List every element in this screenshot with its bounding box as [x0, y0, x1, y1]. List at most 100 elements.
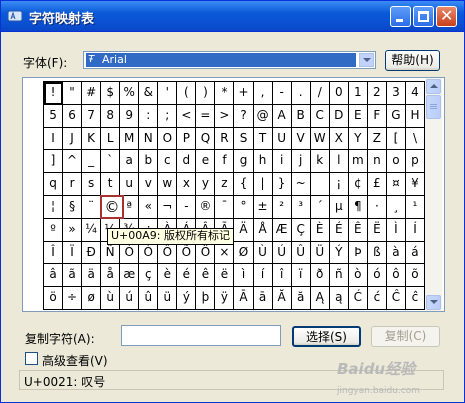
character-cell[interactable]: c — [158, 150, 178, 174]
character-cell[interactable]: + — [234, 82, 254, 105]
character-cell[interactable]: Ö — [196, 241, 216, 265]
copy-button[interactable]: 复制(C) — [371, 326, 440, 347]
character-cell[interactable]: Ï — [63, 241, 83, 265]
character-cell[interactable]: ì — [234, 264, 254, 288]
character-cell[interactable]: ¶ — [348, 195, 368, 219]
character-cell[interactable]: " — [63, 82, 83, 105]
character-cell[interactable]: ` — [101, 150, 121, 174]
character-cell[interactable]: ® — [196, 195, 216, 219]
character-cell[interactable]: ã — [63, 264, 83, 288]
character-cell[interactable]: l — [329, 150, 349, 174]
character-cell[interactable]: Ą — [310, 287, 330, 310]
character-cell[interactable]: ò — [348, 264, 368, 288]
character-cell[interactable]: ú — [120, 287, 140, 310]
character-cell[interactable]: h — [253, 150, 273, 174]
character-cell[interactable]: a — [120, 150, 140, 174]
character-cell[interactable]: ā — [253, 287, 273, 310]
character-cell[interactable]: ¥ — [405, 173, 425, 196]
character-cell[interactable]: ù — [101, 287, 121, 310]
character-cell[interactable]: @ — [253, 104, 273, 128]
character-cell[interactable]: Î — [44, 241, 64, 265]
character-cell[interactable]: û — [139, 287, 159, 310]
character-cell[interactable]: } — [272, 173, 292, 196]
character-cell[interactable]: p — [405, 150, 425, 174]
character-cell[interactable]: â — [44, 264, 64, 288]
character-cell[interactable]: n — [367, 150, 387, 174]
character-cell[interactable]: ¦ — [44, 195, 64, 219]
minimize-button[interactable] — [390, 6, 411, 27]
character-cell[interactable]: H — [405, 104, 425, 128]
character-cell[interactable]: x — [177, 173, 197, 196]
character-cell[interactable]: Æ — [272, 218, 292, 242]
character-cell[interactable]: ^ — [63, 150, 83, 174]
character-cell[interactable]: ² — [272, 195, 292, 219]
character-cell[interactable]: Û — [291, 241, 311, 265]
character-cell[interactable]: » — [63, 218, 83, 242]
character-cell[interactable]: O — [158, 127, 178, 151]
character-cell[interactable]: R — [215, 127, 235, 151]
character-cell[interactable]: § — [63, 195, 83, 219]
character-cell[interactable]: £ — [367, 173, 387, 196]
character-cell[interactable]: f — [215, 150, 235, 174]
character-cell[interactable]: L — [101, 127, 121, 151]
character-cell[interactable]: Y — [348, 127, 368, 151]
character-cell[interactable]: 1 — [348, 82, 368, 105]
character-cell[interactable]: < — [177, 104, 197, 128]
character-cell[interactable]: = — [196, 104, 216, 128]
character-cell[interactable]: T — [253, 127, 273, 151]
character-cell[interactable]: ï — [291, 264, 311, 288]
character-cell[interactable]: Ć — [348, 287, 368, 310]
character-cell[interactable]: E — [348, 104, 368, 128]
character-cell[interactable]: : — [139, 104, 159, 128]
character-cell[interactable]: B — [291, 104, 311, 128]
scroll-up-button[interactable] — [426, 79, 441, 94]
character-cell[interactable]: - — [177, 195, 197, 219]
character-cell[interactable]: . — [291, 82, 311, 105]
character-cell[interactable]: Õ — [177, 241, 197, 265]
character-cell[interactable]: 3 — [386, 82, 406, 105]
title-bar[interactable]: 字符映射表 ✕ — [1, 1, 464, 32]
character-cell[interactable]: V — [291, 127, 311, 151]
character-cell[interactable]: « — [139, 195, 159, 219]
help-button[interactable]: 帮助(H) — [385, 50, 440, 71]
character-cell[interactable]: Ý — [329, 241, 349, 265]
character-cell[interactable]: Ú — [272, 241, 292, 265]
character-cell[interactable]: Ê — [348, 218, 368, 242]
character-cell[interactable]: 9 — [120, 104, 140, 128]
character-cell[interactable]: d — [177, 150, 197, 174]
character-cell[interactable]: Å — [253, 218, 273, 242]
character-cell[interactable]: ö — [44, 287, 64, 310]
scroll-down-button[interactable] — [426, 295, 441, 310]
character-cell[interactable]: ± — [253, 195, 273, 219]
character-cell[interactable]: ~ — [291, 173, 311, 196]
character-cell[interactable]: 2 — [367, 82, 387, 105]
character-cell[interactable]: õ — [405, 264, 425, 288]
character-cell[interactable]: 0 — [329, 82, 349, 105]
character-cell[interactable]: N — [139, 127, 159, 151]
character-cell[interactable]: ä — [82, 264, 102, 288]
character-cell[interactable]: & — [139, 82, 159, 105]
character-cell[interactable]: J — [63, 127, 83, 151]
character-cell[interactable]: Ñ — [101, 241, 121, 265]
grid-scrollbar[interactable] — [425, 78, 442, 311]
character-cell[interactable]: Z — [367, 127, 387, 151]
character-cell[interactable]: Ù — [253, 241, 273, 265]
character-cell[interactable]: 5 — [44, 104, 64, 128]
maximize-button[interactable] — [413, 6, 434, 27]
character-cell[interactable]: Ò — [120, 241, 140, 265]
character-cell[interactable]: W — [310, 127, 330, 151]
character-cell[interactable]: Ā — [234, 287, 254, 310]
character-cell[interactable]: ÿ — [215, 287, 235, 310]
character-cell[interactable]: b — [139, 150, 159, 174]
character-cell[interactable]: | — [253, 173, 273, 196]
character-cell[interactable]: à — [386, 241, 406, 265]
character-cell[interactable]: ý — [177, 287, 197, 310]
character-cell[interactable]: Ă — [272, 287, 292, 310]
character-cell[interactable]: r — [63, 173, 83, 196]
character-cell[interactable]: * — [215, 82, 235, 105]
character-cell[interactable]: j — [291, 150, 311, 174]
advanced-view-checkbox[interactable] — [25, 352, 38, 365]
font-dropdown[interactable]: Ŧ Arial — [83, 51, 376, 69]
character-cell[interactable]: é — [177, 264, 197, 288]
character-cell[interactable]: o — [386, 150, 406, 174]
